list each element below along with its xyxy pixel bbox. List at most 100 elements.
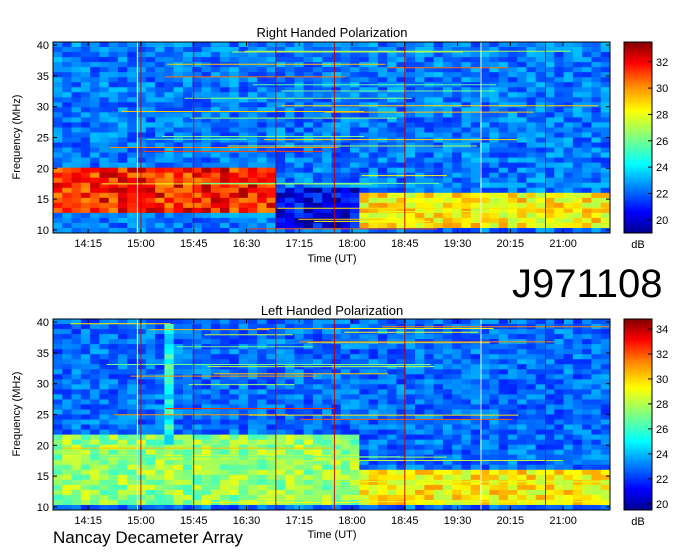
heatmap-cell [424,147,435,154]
heatmap-cell [145,202,156,209]
heatmap-cell [182,399,193,405]
heatmap-cell [90,334,100,340]
heatmap-cell [294,212,305,219]
heatmap-cell [424,399,435,405]
heatmap-cell [266,424,277,431]
heatmap-cell [201,404,212,410]
heatmap-cell [201,52,212,58]
heatmap-cell [405,142,416,149]
heatmap-cell [266,197,277,204]
heatmap-cell [442,439,453,446]
heatmap-cell [62,57,73,63]
heatmap-cell [303,464,314,471]
heatmap-cell [220,107,230,113]
heatmap-cell [517,499,527,506]
heatmap-cell [99,97,110,103]
heatmap-cell [182,394,193,400]
heatmap-cell [136,157,147,164]
heatmap-cell [359,464,370,471]
heatmap-cell [489,434,500,441]
heatmap-cell [247,162,258,169]
heatmap-cell [164,404,175,410]
heatmap-cell [545,399,555,405]
heatmap-cell [582,489,592,496]
heatmap-cell [294,192,305,199]
heatmap-cell [275,187,286,194]
heatmap-cell [155,349,165,355]
heatmap-cell [220,339,230,345]
heatmap-cell [71,449,82,456]
heatmap-cell [340,122,351,128]
heatmap-cell [489,319,500,325]
heatmap-cell [285,424,295,431]
heatmap-cell [415,394,425,400]
heatmap-cell [285,52,295,58]
heatmap-cell [90,359,100,365]
heatmap-cell [350,62,360,68]
heatmap-cell [405,494,416,501]
heatmap-cell [312,464,323,471]
heatmap-cell [257,127,268,133]
heatmap-cell [71,424,82,431]
heatmap-cell [545,434,555,441]
heatmap-cell [90,324,100,330]
heatmap-cell [442,187,453,194]
heatmap-cell [368,374,379,380]
heatmap-cell [470,344,481,350]
heatmap-cell [442,182,453,189]
heatmap-cell [164,62,175,68]
heatmap-cell [62,359,73,365]
heatmap-cell [155,339,165,345]
heatmap-cell [535,152,546,159]
heatmap-cell [238,137,249,144]
heatmap-cell [489,77,500,83]
heatmap-cell [220,424,230,431]
heatmap-cell [387,429,397,436]
heatmap-cell [507,334,518,340]
heatmap-cell [173,424,184,431]
heatmap-cell [303,147,314,154]
heatmap-cell [433,319,444,325]
heatmap-cell [229,122,240,128]
heatmap-cell [145,102,156,108]
y-tick-label: 25 [37,410,49,422]
heatmap-cell [545,197,555,204]
heatmap-cell [164,117,175,123]
heatmap-cell [526,117,537,123]
x-tick-label: 20:15 [497,515,525,527]
heatmap-cell [470,97,481,103]
heatmap-cell [350,212,360,219]
heatmap-cell [99,122,110,128]
heatmap-cell [257,404,268,410]
heatmap-cell [442,464,453,471]
heatmap-cell [600,389,611,395]
heatmap-cell [173,414,184,421]
heatmap-cell [127,374,138,380]
heatmap-cell [452,394,462,400]
heatmap-cell [572,107,583,113]
heatmap-cell [554,454,565,461]
heatmap-cell [452,479,462,486]
heatmap-cell [117,484,128,491]
heatmap-cell [582,162,592,169]
heatmap-cell [350,444,360,451]
heatmap-cell [498,444,509,451]
heatmap-cell [517,127,527,133]
heatmap-cell [127,464,138,471]
heatmap-cell [71,324,82,330]
heatmap-cell [238,152,249,159]
heatmap-cell [517,77,527,83]
heatmap-cell [545,112,555,118]
heatmap-cell [285,62,295,68]
heatmap-cell [526,359,537,365]
heatmap-cell [498,132,509,138]
heatmap-cell [452,369,462,375]
heatmap-cell [554,359,565,365]
heatmap-cell [387,62,397,68]
heatmap-cell [275,434,286,441]
heatmap-cell [452,464,462,471]
heatmap-cell [145,399,156,405]
heatmap-cell [238,87,249,93]
heatmap-cell [275,359,286,365]
heatmap-cell [220,484,230,491]
